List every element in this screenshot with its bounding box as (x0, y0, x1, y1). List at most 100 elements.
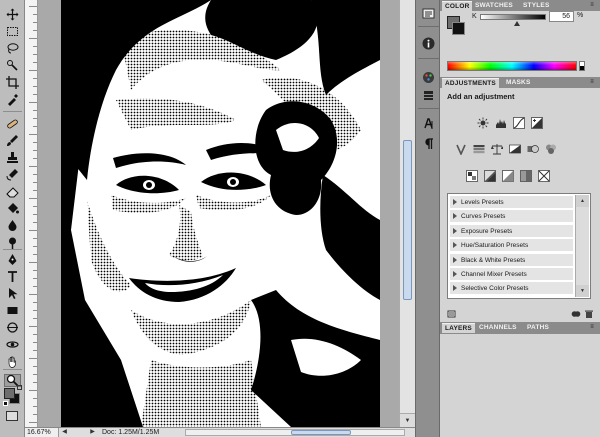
vertical-scrollbar[interactable]: ▼ (399, 0, 415, 427)
spot-healing-tool[interactable] (4, 117, 21, 130)
shape-tool[interactable] (4, 304, 21, 317)
arrow-icon (9, 288, 18, 299)
dock-paragraph-button[interactable] (420, 136, 437, 151)
eraser-icon (6, 187, 19, 198)
hue-saturation-button[interactable] (472, 142, 485, 155)
clip-to-layer-button[interactable] (571, 309, 581, 319)
tab-adjustments[interactable]: ADJUSTMENTS (442, 78, 499, 88)
channel-mixer-button[interactable] (544, 142, 557, 155)
dock-info-button[interactable] (420, 36, 437, 51)
tab-masks[interactable]: MASKS (503, 78, 533, 88)
presets-scroll-up-icon[interactable]: ▲ (576, 195, 589, 207)
preset-row[interactable]: Hue/Saturation Presets (450, 239, 573, 253)
preset-row[interactable]: Channel Mixer Presets (450, 268, 573, 281)
threshold-button[interactable] (501, 169, 514, 182)
blur-tool[interactable] (4, 219, 21, 232)
brush-tool[interactable] (4, 134, 21, 147)
quick-selection-tool[interactable] (4, 59, 21, 72)
k-slider-thumb-icon[interactable] (513, 21, 520, 26)
tab-styles[interactable]: STYLES (520, 1, 552, 11)
expand-triangle-icon[interactable] (453, 285, 457, 292)
ruler-tick (29, 262, 37, 263)
black-white-icon (508, 144, 521, 153)
expand-triangle-icon[interactable] (453, 256, 457, 263)
default-colors-icon[interactable] (3, 401, 8, 406)
k-value-field[interactable]: 56 (549, 11, 574, 22)
posterize-button[interactable] (483, 169, 496, 182)
pen-tool[interactable] (4, 253, 21, 266)
dodge-tool[interactable] (4, 236, 21, 249)
vertical-scroll-thumb[interactable] (403, 140, 412, 300)
canvas-image[interactable] (61, 0, 380, 427)
dock-layer-comps-button[interactable] (420, 88, 437, 103)
preset-row[interactable]: Levels Presets (450, 196, 573, 209)
path-selection-tool[interactable] (4, 287, 21, 300)
preset-row[interactable]: Exposure Presets (450, 224, 573, 238)
presets-scrollbar[interactable]: ▲ ▼ (575, 195, 589, 297)
lasso-tool[interactable] (4, 42, 21, 55)
black-white-ramp[interactable] (579, 61, 585, 71)
tab-paths[interactable]: PATHS (524, 323, 552, 333)
eyedropper-tool[interactable] (4, 93, 21, 106)
dock-history-button[interactable] (420, 6, 437, 21)
expand-triangle-icon[interactable] (453, 213, 457, 220)
exposure-button[interactable] (530, 116, 543, 129)
expand-triangle-icon[interactable] (453, 199, 457, 205)
scroll-down-arrow-icon[interactable]: ▼ (400, 413, 415, 427)
background-color-swatch[interactable] (452, 22, 465, 35)
crop-tool[interactable] (4, 76, 21, 89)
quick-mask-icon[interactable] (6, 411, 18, 421)
color-balance-button[interactable] (490, 142, 503, 155)
expand-triangle-icon[interactable] (453, 271, 457, 277)
layers-panel-tabbar: LAYERS CHANNELS PATHS ≡ (440, 322, 600, 334)
type-tool[interactable] (4, 270, 21, 283)
k-channel-slider[interactable] (480, 14, 546, 20)
tools-separator (3, 369, 22, 370)
preset-row[interactable]: Selective Color Presets (450, 282, 573, 296)
status-nav-prev-icon[interactable]: ◀ (61, 429, 68, 436)
ruler-tick (33, 54, 37, 55)
brightness-contrast-button[interactable] (476, 116, 489, 129)
tab-swatches[interactable]: SWATCHES (472, 1, 516, 11)
doc-size-info[interactable]: Doc: 1.25M/1.25M (102, 428, 159, 437)
delete-adjustment-button[interactable] (584, 309, 594, 319)
vibrance-button[interactable] (454, 142, 467, 155)
levels-button[interactable] (494, 116, 507, 129)
black-white-button[interactable] (508, 142, 521, 155)
zoom-field[interactable]: 16.67% (25, 428, 59, 437)
horizontal-scroll-thumb[interactable] (291, 430, 351, 435)
color-panel-menu-icon[interactable]: ≡ (587, 1, 597, 10)
tab-layers[interactable]: LAYERS (442, 323, 475, 333)
switch-colors-icon[interactable] (17, 385, 22, 390)
expand-triangle-icon[interactable] (453, 242, 457, 249)
preset-row[interactable]: Curves Presets (450, 210, 573, 224)
expand-triangle-icon[interactable] (453, 227, 457, 234)
photo-filter-button[interactable] (526, 142, 539, 155)
adjustments-panel-menu-icon[interactable]: ≡ (587, 78, 597, 87)
marquee-tool[interactable] (4, 25, 21, 38)
curves-button[interactable] (512, 116, 525, 129)
tools-foreground-color-swatch[interactable] (4, 388, 15, 399)
gradient-map-button[interactable] (519, 169, 532, 182)
3d-rotate-tool[interactable] (4, 321, 21, 334)
move-tool[interactable] (4, 8, 21, 21)
invert-button[interactable] (465, 169, 478, 182)
hand-tool[interactable] (4, 355, 21, 368)
layers-panel-menu-icon[interactable]: ≡ (587, 323, 597, 332)
tab-color[interactable]: COLOR (442, 1, 473, 11)
tab-channels[interactable]: CHANNELS (476, 323, 520, 333)
paint-bucket-tool[interactable] (4, 202, 21, 215)
selective-color-button[interactable] (537, 169, 550, 182)
dock-character-button[interactable] (420, 116, 437, 131)
presets-scroll-down-icon[interactable]: ▼ (576, 285, 589, 297)
horizontal-scrollbar[interactable] (185, 429, 405, 436)
history-brush-tool[interactable] (4, 168, 21, 181)
status-nav-next-icon[interactable]: ▶ (89, 429, 96, 436)
clone-stamp-tool[interactable] (4, 151, 21, 164)
eraser-tool[interactable] (4, 185, 21, 198)
color-spectrum-ramp[interactable] (447, 61, 577, 71)
dock-swatches-button[interactable] (420, 70, 437, 85)
preset-row[interactable]: Black & White Presets (450, 253, 573, 267)
3d-orbit-tool[interactable] (4, 338, 21, 351)
return-to-list-button[interactable] (447, 309, 457, 319)
